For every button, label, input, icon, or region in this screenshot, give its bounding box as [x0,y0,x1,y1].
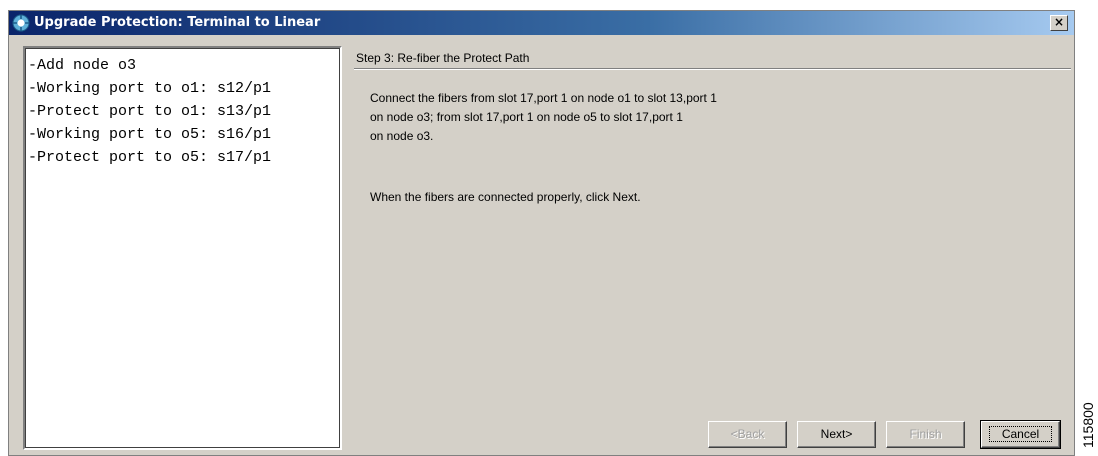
finish-button[interactable]: Finish [886,421,965,448]
title-bar[interactable]: Upgrade Protection: Terminal to Linear × [9,11,1074,35]
summary-list: -Add node o3 -Working port to o1: s12/p1… [25,48,340,169]
summary-item: -Protect port to o5: s17/p1 [28,149,272,166]
summary-item: -Protect port to o1: s13/p1 [28,103,272,120]
close-button[interactable]: × [1050,15,1068,31]
summary-item: -Add node o3 [28,57,137,74]
next-hint: When the fibers are connected properly, … [370,190,641,204]
instruction-line: on node o3; from slot 17,port 1 on node … [370,110,683,124]
cancel-button[interactable]: Cancel [980,420,1061,449]
cancel-label: Cancel [988,426,1053,442]
wizard-window: Upgrade Protection: Terminal to Linear ×… [8,10,1075,456]
step-title: Step 3: Re-fiber the Protect Path [356,51,530,65]
divider [354,68,1071,70]
summary-item: -Working port to o1: s12/p1 [28,80,272,97]
figure-number: 115800 [1080,402,1096,448]
instructions: Connect the fibers from slot 17,port 1 o… [370,89,830,146]
instruction-line: on node o3. [370,129,434,143]
window-title: Upgrade Protection: Terminal to Linear [34,15,321,30]
instruction-line: Connect the fibers from slot 17,port 1 o… [370,91,717,105]
next-button[interactable]: Next> [797,421,876,448]
summary-panel: -Add node o3 -Working port to o1: s12/p1… [23,46,342,450]
app-icon [12,14,30,32]
summary-item: -Working port to o5: s16/p1 [28,126,272,143]
back-button[interactable]: <Back [708,421,787,448]
